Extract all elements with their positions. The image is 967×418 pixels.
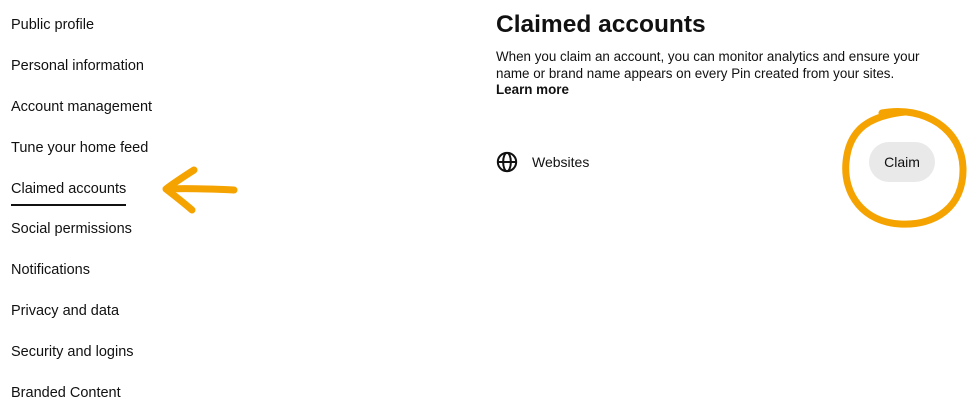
globe-icon	[496, 151, 518, 173]
sidebar-item-label: Security and logins	[11, 344, 134, 360]
sidebar-item-personal-information[interactable]: Personal information	[11, 56, 144, 82]
websites-label: Websites	[532, 154, 590, 170]
sidebar-item-account-management[interactable]: Account management	[11, 97, 152, 123]
page-title: Claimed accounts	[496, 11, 706, 38]
sidebar-item-social-permissions[interactable]: Social permissions	[11, 219, 132, 245]
sidebar-item-privacy-and-data[interactable]: Privacy and data	[11, 301, 119, 327]
claim-websites-button[interactable]: Claim	[869, 142, 935, 182]
sidebar-item-label: Personal information	[11, 58, 144, 74]
sidebar-item-label: Social permissions	[11, 221, 132, 237]
sidebar-item-label: Branded Content	[11, 385, 121, 401]
websites-claim-row: Websites Claim	[496, 142, 936, 182]
page-description: When you claim an account, you can monit…	[496, 49, 926, 99]
sidebar-item-tune-home-feed[interactable]: Tune your home feed	[11, 138, 148, 164]
sidebar-item-claimed-accounts[interactable]: Claimed accounts	[11, 179, 127, 206]
claimed-accounts-panel: Claimed accounts When you claim an accou…	[496, 0, 956, 418]
sidebar-item-label: Notifications	[11, 262, 90, 278]
sidebar-item-branded-content[interactable]: Branded Content	[11, 383, 121, 409]
sidebar-item-label: Account management	[11, 99, 153, 115]
sidebar-item-notifications[interactable]: Notifications	[11, 260, 90, 286]
settings-sidebar: Public profile Personal information Acco…	[0, 0, 260, 418]
sidebar-item-label: Privacy and data	[11, 303, 120, 319]
sidebar-item-public-profile[interactable]: Public profile	[11, 15, 94, 41]
sidebar-item-label: Tune your home feed	[11, 140, 149, 156]
learn-more-link[interactable]: Learn more	[496, 82, 569, 97]
sidebar-item-security-and-logins[interactable]: Security and logins	[11, 342, 134, 368]
sidebar-item-label: Public profile	[11, 17, 95, 33]
description-text: When you claim an account, you can monit…	[496, 49, 920, 81]
sidebar-item-label: Claimed accounts	[11, 179, 127, 206]
